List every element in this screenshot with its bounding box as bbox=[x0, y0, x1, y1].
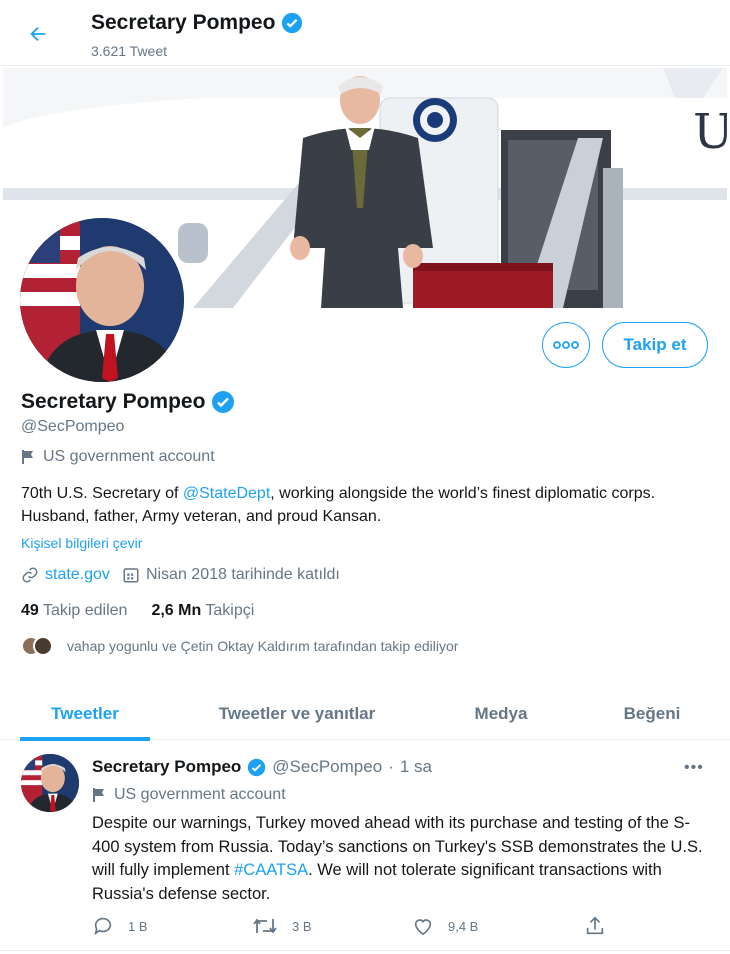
like-button[interactable]: 9,4 B bbox=[412, 915, 478, 937]
tweet-government-label: US government account bbox=[92, 786, 286, 804]
verified-badge-icon bbox=[248, 758, 266, 776]
followed-by[interactable]: vahap yogunlu ve Çetin Oktay Kaldırım ta… bbox=[21, 636, 458, 656]
reply-button[interactable]: 1 B bbox=[92, 915, 148, 937]
tweet-author-handle[interactable]: @SecPompeo bbox=[272, 757, 382, 777]
followed-by-text: vahap yogunlu ve Çetin Oktay Kaldırım ta… bbox=[67, 638, 459, 654]
tweet-actions: 1 B 3 B 9,4 B bbox=[92, 915, 612, 939]
followers-count: 2,6 Mn bbox=[151, 602, 202, 619]
tweet-author-name[interactable]: Secretary Pompeo bbox=[92, 757, 241, 777]
government-account-text: US government account bbox=[43, 448, 215, 465]
back-button[interactable] bbox=[22, 18, 54, 50]
bio-mention-link[interactable]: @StateDept bbox=[183, 485, 270, 502]
following-count: 49 bbox=[21, 602, 39, 619]
joined-date: Nisan 2018 tarihinde katıldı bbox=[145, 566, 340, 583]
following-stat[interactable]: 49 Takip edilen bbox=[21, 602, 127, 620]
tweet[interactable]: Secretary Pompeo @SecPompeo · 1 sa ••• U… bbox=[0, 741, 730, 951]
government-account-label: US government account bbox=[21, 448, 215, 466]
following-label: Takip edilen bbox=[42, 602, 128, 619]
profile-header: Secretary Pompeo 3.621 Tweet bbox=[0, 0, 730, 66]
tweet-government-text: US government account bbox=[114, 786, 286, 803]
arrow-left-icon bbox=[30, 26, 46, 42]
tweet-avatar[interactable] bbox=[21, 754, 79, 812]
profile-meta: state.gov Nisan 2018 tarihinde katıldı bbox=[21, 566, 352, 584]
translate-bio-link[interactable]: Kişisel bilgileri çevir bbox=[21, 535, 142, 551]
tweet-hashtag-link[interactable]: #CAATSA bbox=[234, 861, 308, 879]
tab-media[interactable]: Medya bbox=[455, 688, 547, 740]
profile-name-text: Secretary Pompeo bbox=[21, 390, 206, 413]
like-count: 9,4 B bbox=[448, 918, 479, 934]
tweet-header: Secretary Pompeo @SecPompeo · 1 sa bbox=[92, 757, 432, 777]
profile-handle: @SecPompeo bbox=[21, 418, 125, 435]
followers-stat[interactable]: 2,6 Mn Takipçi bbox=[151, 602, 254, 620]
link-icon bbox=[22, 567, 38, 583]
follow-stats: 49 Takip edilen 2,6 Mn Takipçi bbox=[21, 602, 254, 620]
tweet-count: 3.621 Tweet bbox=[91, 43, 168, 59]
follower-avatar bbox=[33, 636, 53, 656]
profile-bio: 70th U.S. Secretary of @StateDept, worki… bbox=[21, 482, 711, 528]
tweet-text: Despite our warnings, Turkey moved ahead… bbox=[92, 812, 712, 906]
svg-text:U: U bbox=[693, 104, 727, 160]
tweet-time[interactable]: 1 sa bbox=[400, 757, 432, 777]
share-button[interactable] bbox=[584, 915, 606, 937]
retweet-icon bbox=[253, 918, 277, 934]
followers-label: Takipçi bbox=[205, 602, 255, 619]
tab-tweets[interactable]: Tweetler bbox=[20, 688, 150, 741]
tab-tweets-and-replies[interactable]: Tweetler ve yanıtlar bbox=[202, 688, 392, 740]
follower-avatars bbox=[21, 636, 53, 656]
tweet-avatar-image bbox=[21, 754, 79, 812]
more-dots-icon bbox=[553, 341, 579, 349]
flag-icon bbox=[22, 450, 33, 464]
avatar-image bbox=[20, 218, 184, 382]
bio-text-start: 70th U.S. Secretary of bbox=[21, 485, 183, 502]
profile-avatar[interactable] bbox=[15, 213, 189, 387]
flag-icon bbox=[93, 788, 104, 802]
tab-likes[interactable]: Beğeni bbox=[608, 688, 696, 740]
profile-name: Secretary Pompeo bbox=[21, 390, 235, 414]
verified-badge-icon bbox=[282, 12, 303, 34]
verified-badge-icon bbox=[212, 391, 235, 413]
calendar-icon bbox=[123, 568, 139, 583]
header-name: Secretary Pompeo bbox=[91, 11, 276, 34]
tweet-separator: · bbox=[388, 757, 394, 776]
website-link[interactable]: state.gov bbox=[45, 566, 110, 584]
retweet-button[interactable]: 3 B bbox=[252, 915, 312, 937]
more-options-button[interactable] bbox=[542, 322, 590, 368]
joined-item: Nisan 2018 tarihinde katıldı bbox=[122, 566, 340, 584]
share-icon bbox=[586, 916, 604, 935]
follow-button[interactable]: Takip et bbox=[602, 322, 708, 368]
heart-icon bbox=[414, 919, 432, 936]
website-item: state.gov bbox=[21, 566, 110, 584]
reply-icon bbox=[94, 917, 112, 936]
tweet-more-button[interactable]: ••• bbox=[684, 759, 704, 777]
retweet-count: 3 B bbox=[292, 918, 312, 934]
profile-tabs: Tweetler Tweetler ve yanıtlar Medya Beğe… bbox=[0, 688, 730, 741]
reply-count: 1 B bbox=[128, 918, 148, 934]
header-title: Secretary Pompeo bbox=[91, 11, 303, 35]
